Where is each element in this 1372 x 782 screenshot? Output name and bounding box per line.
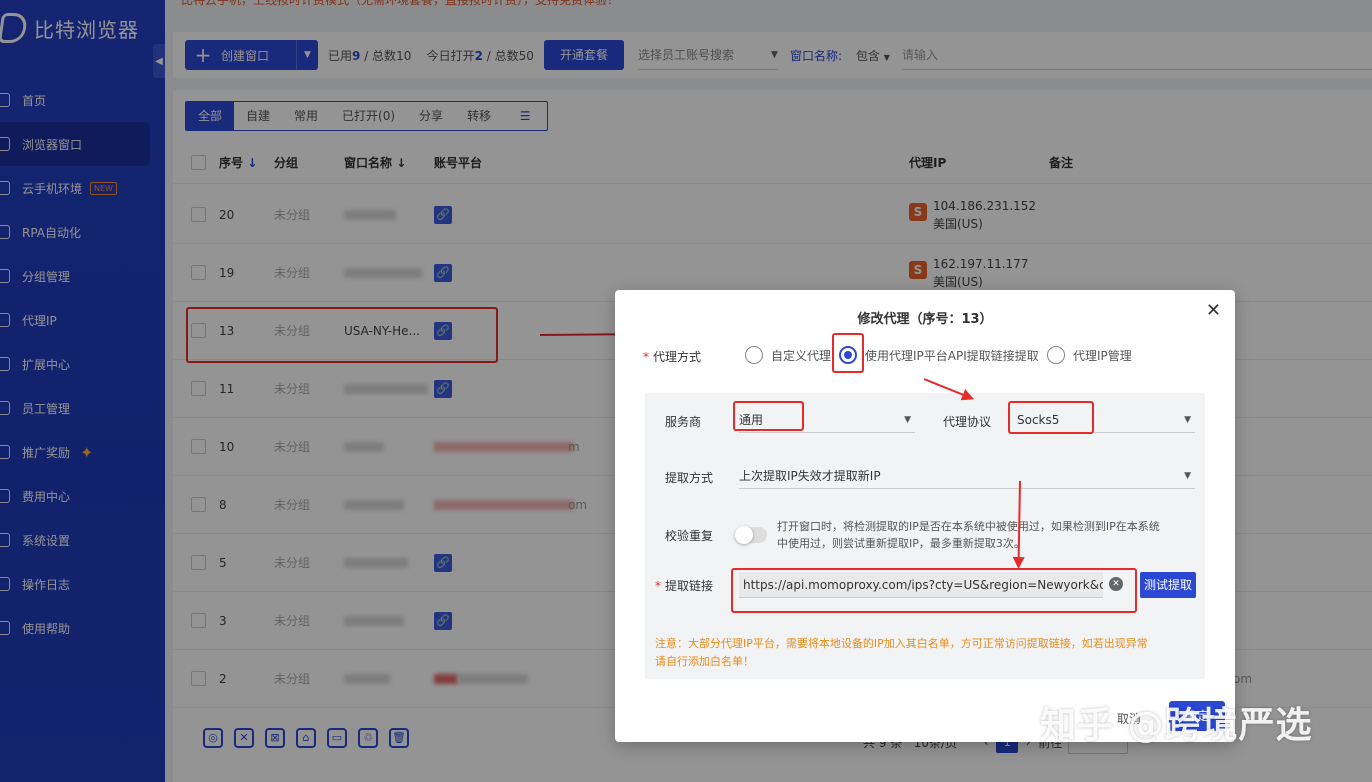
- test-extract-button[interactable]: 测试提取: [1140, 572, 1197, 598]
- radio-proxy-manage-label: 代理IP管理: [1073, 348, 1132, 363]
- extract-link-label-text: 提取链接: [665, 579, 714, 593]
- required-mark: *: [643, 350, 649, 364]
- annotation-box-link: [731, 568, 1137, 613]
- caret-down-icon: ▼: [1184, 415, 1191, 425]
- extract-mode-label: 提取方式: [665, 471, 714, 485]
- proxy-mode-label: * 代理方式: [643, 348, 701, 365]
- provider-label: 服务商: [665, 415, 702, 429]
- extract-link-label: * 提取链接: [655, 577, 713, 594]
- radio-api-extract[interactable]: 使用代理IP平台API提取链接提取: [839, 346, 1039, 364]
- annotation-box-radio: [832, 333, 864, 373]
- note-line-2: 请自行添加白名单！: [655, 655, 754, 668]
- watermark: 知乎 @跨境严选: [1040, 705, 1313, 746]
- caret-down-icon: ▼: [904, 415, 911, 425]
- edit-proxy-dialog: 修改代理（序号：13） ✕ * 代理方式 自定义代理 使用代理IP平台API提取链…: [615, 290, 1235, 742]
- note-line-1: 注意：大部分代理IP平台，需要将本地设备的IP加入其白名单，方可正常访问提取链接…: [655, 637, 1148, 650]
- protocol-label: 代理协议: [943, 415, 992, 429]
- verify-description: 打开窗口时，将检测提取的IP是否在本系统中被使用过，如果检测到IP在本系统 中使…: [777, 518, 1201, 552]
- radio-proxy-manage[interactable]: 代理IP管理: [1047, 346, 1132, 364]
- verify-label: 校验重复: [665, 529, 714, 543]
- caret-down-icon: ▼: [1184, 471, 1191, 481]
- verify-toggle[interactable]: [735, 526, 767, 544]
- required-mark: *: [655, 579, 661, 593]
- verify-desc-line-1: 打开窗口时，将检测提取的IP是否在本系统中被使用过，如果检测到IP在本系统: [777, 520, 1160, 533]
- radio-dot: [1047, 346, 1065, 364]
- annotation-box-provider: [733, 401, 804, 431]
- radio-dot: [745, 346, 763, 364]
- close-icon[interactable]: ✕: [1206, 300, 1221, 321]
- annotation-box-protocol: [1008, 401, 1094, 434]
- radio-api-extract-label: 使用代理IP平台API提取链接提取: [865, 348, 1039, 363]
- proxy-mode-label-text: 代理方式: [653, 350, 702, 364]
- verify-desc-line-2: 中使用过，则尝试重新提取IP，最多重新提取3次。: [777, 537, 1025, 550]
- extract-mode-select[interactable]: 上次提取IP失效才提取新IP ▼: [739, 463, 1195, 489]
- dialog-title: 修改代理（序号：13）: [857, 312, 993, 327]
- radio-custom-proxy[interactable]: 自定义代理: [745, 346, 831, 364]
- extract-mode-value: 上次提取IP失效才提取新IP: [739, 469, 881, 483]
- whitelist-note: 注意：大部分代理IP平台，需要将本地设备的IP加入其白名单，方可正常访问提取链接…: [655, 635, 1200, 671]
- radio-custom-proxy-label: 自定义代理: [771, 348, 832, 363]
